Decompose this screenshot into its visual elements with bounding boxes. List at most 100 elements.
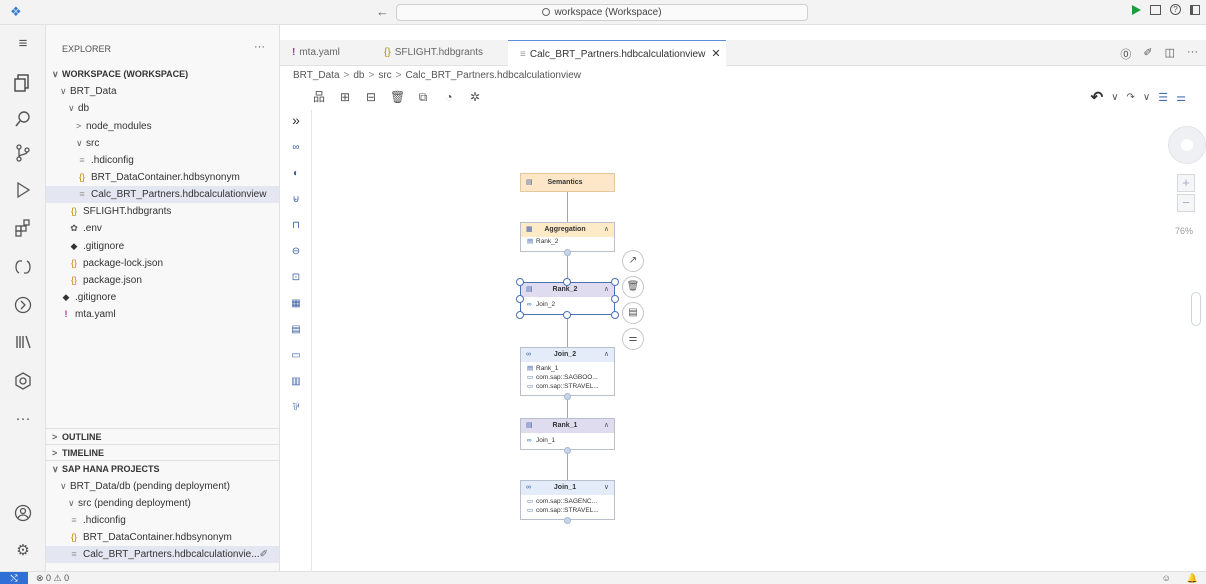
pan-navigation-wheel[interactable] [1168, 126, 1206, 164]
union-node-icon[interactable]: ⊌ [288, 192, 304, 208]
tree-item[interactable]: ∨ BRT_Data [46, 83, 279, 100]
search-icon[interactable] [13, 109, 33, 129]
pin-icon[interactable]: ✐ [1143, 46, 1152, 62]
intersect-node-icon[interactable]: ⊓ [288, 218, 304, 234]
copy-icon[interactable]: ⧉ [416, 90, 430, 104]
resize-handle[interactable] [516, 295, 524, 303]
chevron-down-icon[interactable]: ∨ [1143, 92, 1150, 103]
explorer-icon[interactable] [13, 73, 33, 93]
tab-calc-view[interactable]: ≡ Calc_BRT_Partners.hdbcalculationview ✕ [508, 40, 726, 66]
outline-section[interactable]: > OUTLINE [46, 428, 279, 444]
resize-handle[interactable] [611, 295, 619, 303]
layout-panel-icon[interactable] [1150, 4, 1161, 15]
tree-item[interactable]: ✿ .env [46, 220, 279, 237]
hana-tree-item[interactable]: ≡ Calc_BRT_Partners.hdbcalculationvie... ✐ [46, 546, 279, 563]
hana-tree-item[interactable]: ∨ BRT_Data/db (pending deployment) [46, 478, 279, 495]
resize-handle[interactable] [516, 311, 524, 319]
hana-tree-item[interactable]: ∨ src (pending deployment) [46, 495, 279, 512]
tree-item[interactable]: ≡ .hdiconfig [46, 152, 279, 169]
chevron-up-icon[interactable]: ∧ [604, 348, 609, 362]
resize-handle[interactable] [563, 311, 571, 319]
aggregation-node-icon[interactable]: ▦ [288, 296, 304, 312]
breadcrumb-item[interactable]: Calc_BRT_Partners.hdbcalculationview [406, 70, 581, 81]
table-function-icon[interactable]: ▭ [288, 348, 304, 364]
chevron-up-icon[interactable]: ∧ [604, 419, 609, 433]
hana-projects-section[interactable]: ∨ SAP HANA PROJECTS [46, 460, 279, 476]
hierarchy-function-icon[interactable]: ▥ [288, 374, 304, 390]
semantics-node[interactable]: ▤ Semantics [520, 173, 615, 192]
remote-indicator[interactable]: ⤭ [0, 572, 28, 584]
tree-item[interactable]: ∨ db [46, 100, 279, 117]
join-node-icon[interactable]: ∞ [288, 140, 304, 156]
timeline-section[interactable]: > TIMELINE [46, 444, 279, 460]
hierarchy-icon[interactable]: 品 [312, 90, 326, 104]
tree-item[interactable]: ◆ .gitignore [46, 238, 279, 255]
nonequi-join-icon[interactable]: ◐ [288, 166, 304, 182]
layout-icon[interactable]: ☰ [1158, 91, 1168, 104]
menu-icon[interactable]: ≡ [13, 34, 33, 54]
remote-explorer-icon[interactable] [13, 257, 33, 277]
problems-indicator[interactable]: ⊗ 0 ⚠ 0 [36, 572, 69, 584]
chevron-down-icon[interactable]: ∨ [1111, 92, 1118, 103]
delete-icon[interactable]: 🗑 [390, 90, 405, 104]
more-actions-icon[interactable]: ··· [1187, 46, 1198, 62]
deploy-icon[interactable] [13, 295, 33, 315]
rank1-node[interactable]: ▤ Rank_1 ∧ ∞ Join_1 [520, 418, 615, 450]
tree-item[interactable]: ◆ .gitignore [46, 289, 279, 306]
database-explorer-icon[interactable] [13, 371, 33, 391]
node-port[interactable] [564, 517, 571, 524]
chevron-up-icon[interactable]: ∧ [604, 223, 609, 237]
workspace-root[interactable]: ∨ WORKSPACE (WORKSPACE) [46, 66, 279, 83]
tab-mta-yaml[interactable]: ! mta.yaml [280, 40, 372, 66]
close-icon[interactable]: ✕ [711, 48, 720, 60]
chevron-up-icon[interactable]: ∧ [604, 283, 609, 297]
breadcrumb-item[interactable]: BRT_Data [293, 70, 340, 81]
node-settings-button[interactable]: ⚌ [622, 328, 644, 350]
more-views-icon[interactable]: ··· [13, 409, 33, 429]
undo-icon[interactable]: ↶ [1091, 88, 1104, 106]
explorer-more-button[interactable]: ··· [254, 41, 265, 53]
tree-item[interactable]: {} package-lock.json [46, 255, 279, 272]
remove-node-icon[interactable]: ⊟ [364, 90, 378, 104]
deploy-pin-icon[interactable]: ✐ [260, 546, 268, 563]
node-details-button[interactable]: ▤ [622, 302, 644, 324]
hana-tree-item[interactable]: ≡ .hdiconfig [46, 512, 279, 529]
command-center-search[interactable]: workspace (Workspace) [396, 4, 808, 21]
zoom-in-button[interactable]: + [1177, 174, 1195, 192]
expand-palette-icon[interactable]: » [288, 112, 304, 128]
redo-icon[interactable]: ↷ [1127, 92, 1135, 103]
node-port[interactable] [564, 249, 571, 256]
library-icon[interactable] [13, 332, 33, 352]
run-icon[interactable] [1132, 4, 1141, 15]
run-debug-icon[interactable] [13, 180, 33, 200]
notifications-bell-icon[interactable]: 🔔 [1187, 572, 1198, 584]
help-icon[interactable]: ⓪ [1120, 46, 1131, 62]
resize-handle[interactable] [611, 311, 619, 319]
hana-tree-item[interactable]: {} BRT_DataContainer.hdbsynonym [46, 529, 279, 546]
breadcrumb-item[interactable]: db [353, 70, 364, 81]
minus-node-icon[interactable]: ⊖ [288, 244, 304, 260]
debug-icon[interactable]: ✲ [468, 90, 482, 104]
chevron-down-icon[interactable]: ∨ [604, 481, 609, 495]
source-control-icon[interactable] [13, 143, 33, 163]
properties-icon[interactable]: ⚌ [1176, 91, 1186, 104]
performance-icon[interactable]: ◔ [442, 90, 456, 104]
tree-item[interactable]: > node_modules [46, 118, 279, 135]
toggle-sidebar-icon[interactable] [1190, 4, 1200, 15]
tree-item[interactable]: {} SFLIGHT.hdbgrants [46, 203, 279, 220]
tree-item[interactable]: ! mta.yaml [46, 306, 279, 323]
resize-handle[interactable] [563, 278, 571, 286]
node-port[interactable] [564, 447, 571, 454]
zoom-out-button[interactable]: − [1177, 194, 1195, 212]
calcview-canvas[interactable]: ▤ Semantics ▦ Aggregation ∧ ▤ Rank_2 ▤ Rank_2… [313, 110, 1206, 571]
delete-node-button[interactable]: 🗑 [622, 276, 644, 298]
tree-item[interactable]: {} package.json [46, 272, 279, 289]
open-node-button[interactable]: ↗ [622, 250, 644, 272]
help-icon[interactable]: ? [1170, 4, 1181, 15]
tab-sflight-grants[interactable]: {} SFLIGHT.hdbgrants [372, 40, 508, 66]
node-port[interactable] [564, 393, 571, 400]
account-icon[interactable] [13, 503, 33, 523]
resize-handle[interactable] [611, 278, 619, 286]
tree-item[interactable]: {} BRT_DataContainer.hdbsynonym [46, 169, 279, 186]
resize-handle[interactable] [516, 278, 524, 286]
